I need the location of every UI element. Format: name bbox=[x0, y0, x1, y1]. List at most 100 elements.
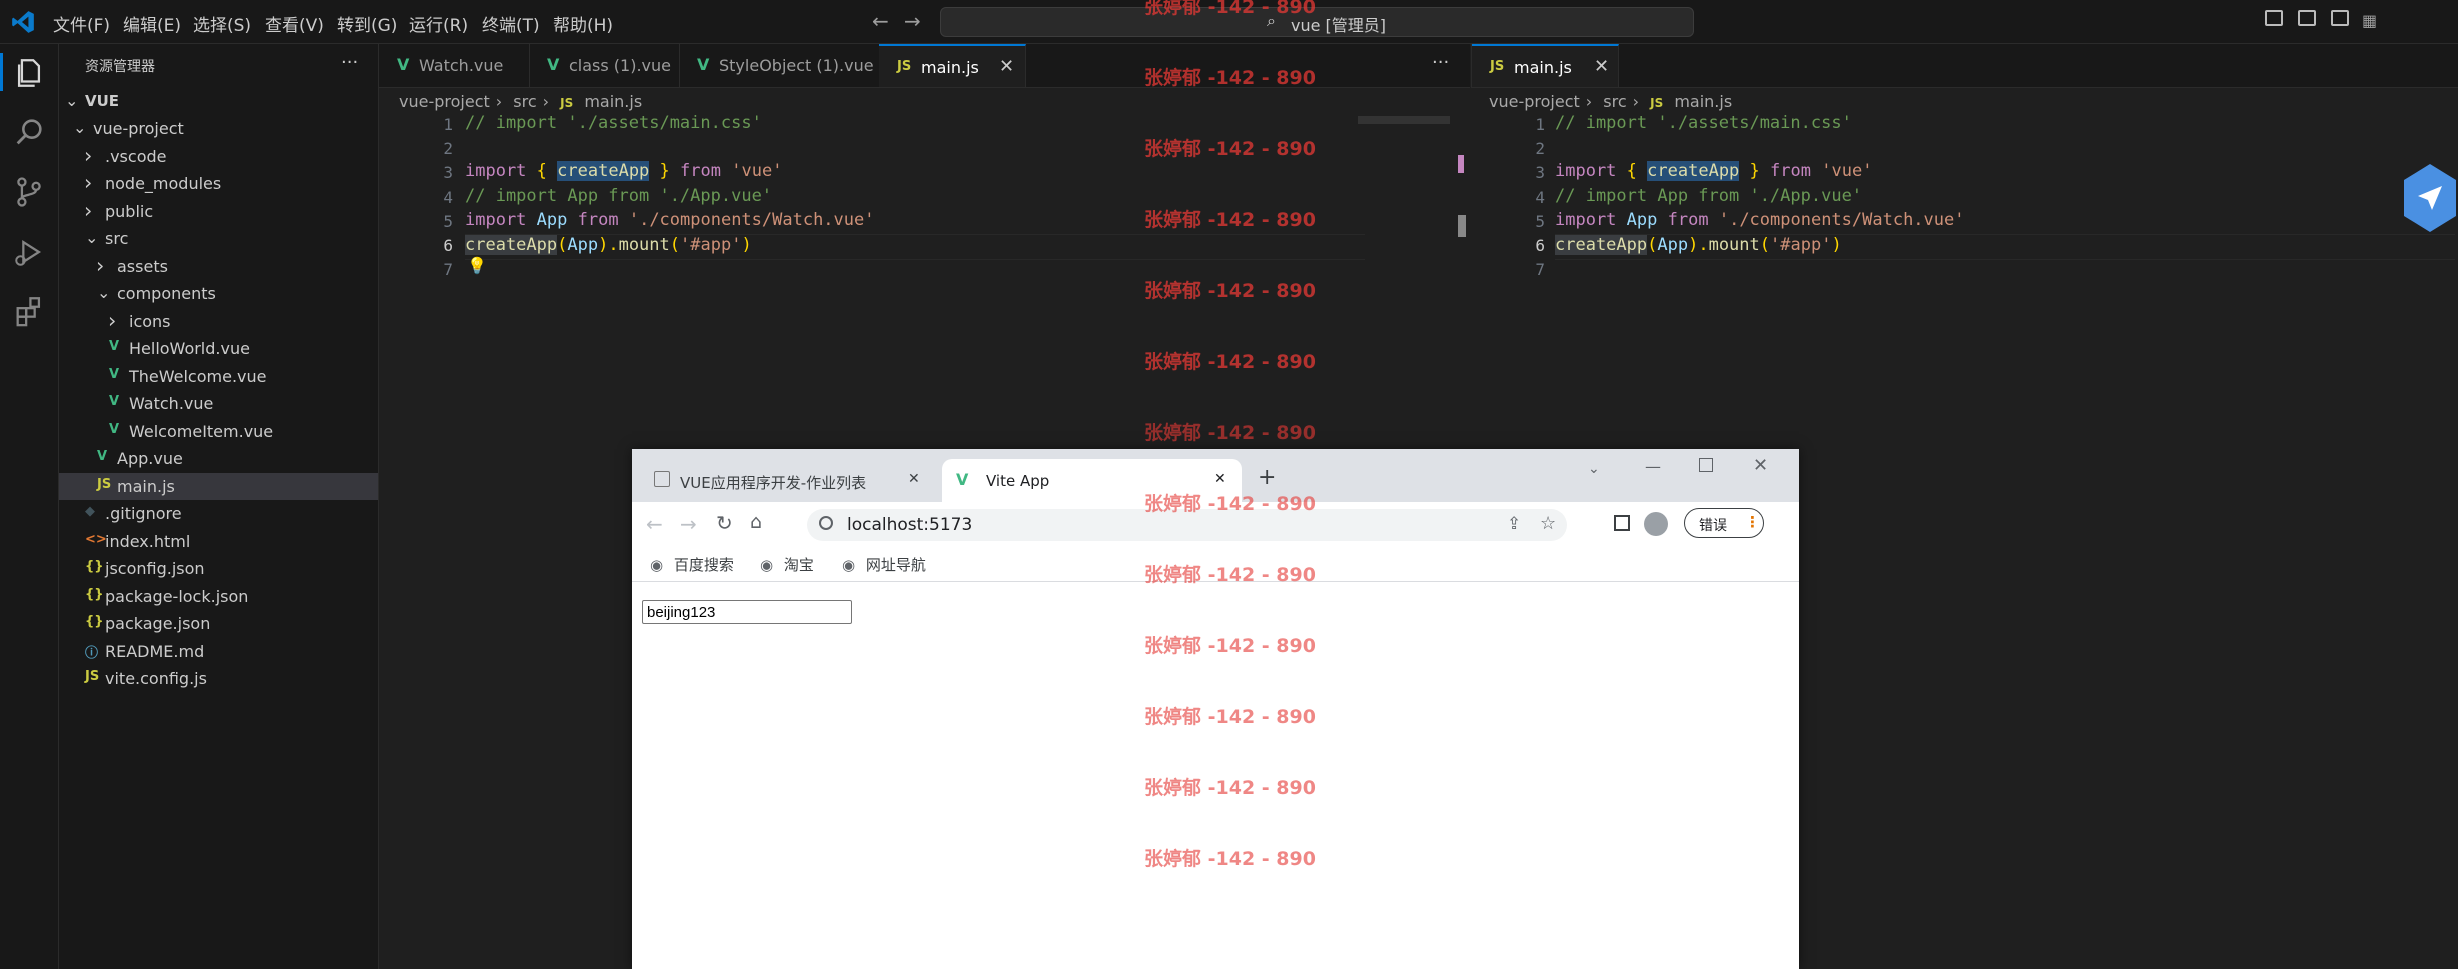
window-close-icon[interactable]: ✕ bbox=[1753, 455, 1768, 476]
avatar[interactable] bbox=[1644, 512, 1668, 536]
error-profile-button[interactable]: 错误 ⋮ bbox=[1684, 508, 1764, 538]
tab-search-icon[interactable]: ⌄ bbox=[1588, 461, 1600, 477]
source-control-icon[interactable] bbox=[12, 175, 46, 209]
close-icon[interactable]: ✕ bbox=[999, 56, 1014, 77]
tree-item[interactable]: JS main.js bbox=[59, 472, 378, 500]
command-center-search[interactable]: ⌕ vue [管理员] bbox=[940, 7, 1694, 37]
breadcrumb-folder[interactable]: src bbox=[513, 92, 536, 111]
menu-help[interactable]: 帮助(H) bbox=[553, 11, 613, 36]
maximize-icon[interactable] bbox=[1699, 458, 1713, 472]
close-icon[interactable]: ✕ bbox=[908, 471, 920, 487]
share-icon[interactable]: ⇪ bbox=[1507, 514, 1521, 534]
floating-assistant-icon[interactable] bbox=[2402, 160, 2458, 236]
tree-item[interactable]: V WelcomeItem.vue bbox=[59, 418, 378, 445]
breadcrumb-folder[interactable]: src bbox=[1603, 92, 1626, 111]
bookmark-star-icon[interactable]: ☆ bbox=[1540, 513, 1556, 534]
line-number: 5 bbox=[443, 211, 453, 231]
editor-more-icon[interactable]: ··· bbox=[1432, 52, 1449, 73]
tree-item[interactable]: ◆ .gitignore bbox=[59, 500, 378, 527]
tree-item[interactable]: ⌄ components bbox=[59, 280, 378, 307]
tree-item[interactable]: ⓘ README.md bbox=[59, 638, 378, 665]
breadcrumb-file[interactable]: main.js bbox=[1674, 92, 1732, 111]
bookmark-nav[interactable]: ◉ 网址导航 bbox=[842, 554, 926, 575]
tree-item[interactable]: ⌄ src bbox=[59, 225, 378, 252]
tab-styleobject-vue[interactable]: V StyleObject (1).vue bbox=[679, 44, 880, 87]
tree-item[interactable]: › .vscode bbox=[59, 143, 378, 170]
reload-icon[interactable]: ↻ bbox=[716, 511, 733, 535]
city-input[interactable] bbox=[642, 600, 852, 624]
menu-view[interactable]: 查看(V) bbox=[265, 11, 324, 36]
tab-class-vue[interactable]: V class (1).vue bbox=[529, 44, 680, 87]
line-number: 5 bbox=[1535, 211, 1545, 231]
breadcrumb-folder[interactable]: vue-project bbox=[1489, 92, 1580, 111]
home-icon[interactable]: ⌂ bbox=[750, 511, 762, 533]
menu-go[interactable]: 转到(G) bbox=[337, 11, 397, 36]
tab-main-js-right[interactable]: JS main.js ✕ bbox=[1472, 44, 1619, 87]
close-icon[interactable]: ✕ bbox=[1214, 471, 1226, 487]
scrollbar-thumb[interactable] bbox=[1458, 215, 1466, 237]
menu-terminal[interactable]: 终端(T) bbox=[482, 11, 540, 36]
browser-tab-homework[interactable]: VUE应用程序开发-作业列表 ✕ bbox=[640, 459, 930, 502]
tree-item[interactable]: › icons bbox=[59, 308, 378, 335]
activity-bar bbox=[0, 44, 59, 969]
tab-watch-vue[interactable]: V Watch.vue bbox=[379, 44, 530, 87]
forward-arrow-icon[interactable]: → bbox=[904, 9, 921, 33]
breadcrumb-file[interactable]: main.js bbox=[584, 92, 642, 111]
menu-selection[interactable]: 选择(S) bbox=[193, 11, 251, 36]
tree-item[interactable]: {} package-lock.json bbox=[59, 583, 378, 610]
code-token: ). bbox=[598, 235, 619, 255]
run-debug-icon[interactable] bbox=[12, 235, 46, 269]
forward-arrow-icon[interactable]: → bbox=[680, 512, 697, 536]
tree-item[interactable]: ⌄ vue-project bbox=[59, 115, 378, 142]
explorer-icon[interactable] bbox=[12, 56, 46, 90]
extensions-icon[interactable] bbox=[12, 294, 46, 328]
tree-item[interactable]: V Watch.vue bbox=[59, 390, 378, 417]
more-actions-icon[interactable]: ··· bbox=[341, 52, 358, 73]
tree-item[interactable]: {} jsconfig.json bbox=[59, 555, 378, 582]
code-token: import bbox=[465, 161, 527, 182]
tree-item[interactable]: V App.vue bbox=[59, 445, 378, 472]
minimize-icon[interactable]: — bbox=[1645, 457, 1661, 476]
tab-main-js[interactable]: JS main.js ✕ bbox=[879, 44, 1026, 87]
search-icon[interactable] bbox=[12, 115, 46, 149]
side-panel-icon[interactable] bbox=[1614, 515, 1630, 531]
customize-layout-icon[interactable]: ▦ bbox=[2362, 11, 2377, 30]
bookmark-taobao[interactable]: ◉ 淘宝 bbox=[760, 554, 814, 575]
back-arrow-icon[interactable]: ← bbox=[646, 512, 663, 536]
menu-edit[interactable]: 编辑(E) bbox=[123, 11, 181, 36]
tree-item-label: jsconfig.json bbox=[105, 559, 205, 578]
toggle-secondary-sidebar-icon[interactable] bbox=[2331, 10, 2349, 26]
tree-item-label: vite.config.js bbox=[105, 669, 207, 688]
toggle-panel-icon[interactable] bbox=[2298, 10, 2316, 26]
back-arrow-icon[interactable]: ← bbox=[872, 9, 889, 33]
code-editor-right[interactable]: 1 // import './assets/main.css' 2 3 import {… bbox=[1471, 113, 2458, 293]
tree-item-label: App.vue bbox=[117, 449, 183, 468]
tree-item[interactable]: V HelloWorld.vue bbox=[59, 335, 378, 362]
vue-file-icon: V bbox=[97, 449, 108, 464]
site-info-icon[interactable] bbox=[819, 516, 833, 530]
breadcrumb-folder[interactable]: vue-project bbox=[399, 92, 490, 111]
toggle-sidebar-icon[interactable] bbox=[2265, 10, 2283, 26]
lightbulb-icon[interactable]: 💡 bbox=[467, 256, 487, 275]
close-icon[interactable]: ✕ bbox=[1594, 56, 1609, 77]
tree-item[interactable]: V TheWelcome.vue bbox=[59, 363, 378, 390]
watermark-text: 张婷郁 -142 - 890 bbox=[1144, 280, 1316, 302]
js-file-icon: JS bbox=[85, 669, 100, 684]
menu-run[interactable]: 运行(R) bbox=[409, 11, 468, 36]
menu-file[interactable]: 文件(F) bbox=[53, 11, 110, 36]
code-token: App bbox=[1657, 235, 1689, 255]
vue-file-icon: V bbox=[697, 55, 710, 74]
tree-item[interactable]: › public bbox=[59, 198, 378, 225]
tree-item[interactable]: › node_modules bbox=[59, 170, 378, 197]
new-tab-button[interactable]: + bbox=[1258, 465, 1276, 490]
tree-item[interactable]: {} package.json bbox=[59, 610, 378, 637]
bookmark-baidu[interactable]: ◉ 百度搜索 bbox=[650, 554, 734, 575]
tree-item[interactable]: JS vite.config.js bbox=[59, 665, 378, 692]
tree-item-label: .vscode bbox=[105, 146, 167, 166]
vue-file-icon: V bbox=[397, 55, 410, 74]
tree-item[interactable]: › assets bbox=[59, 253, 378, 280]
workspace-root[interactable]: ⌄ VUE bbox=[59, 88, 378, 115]
tree-item[interactable]: <> index.html bbox=[59, 528, 378, 555]
